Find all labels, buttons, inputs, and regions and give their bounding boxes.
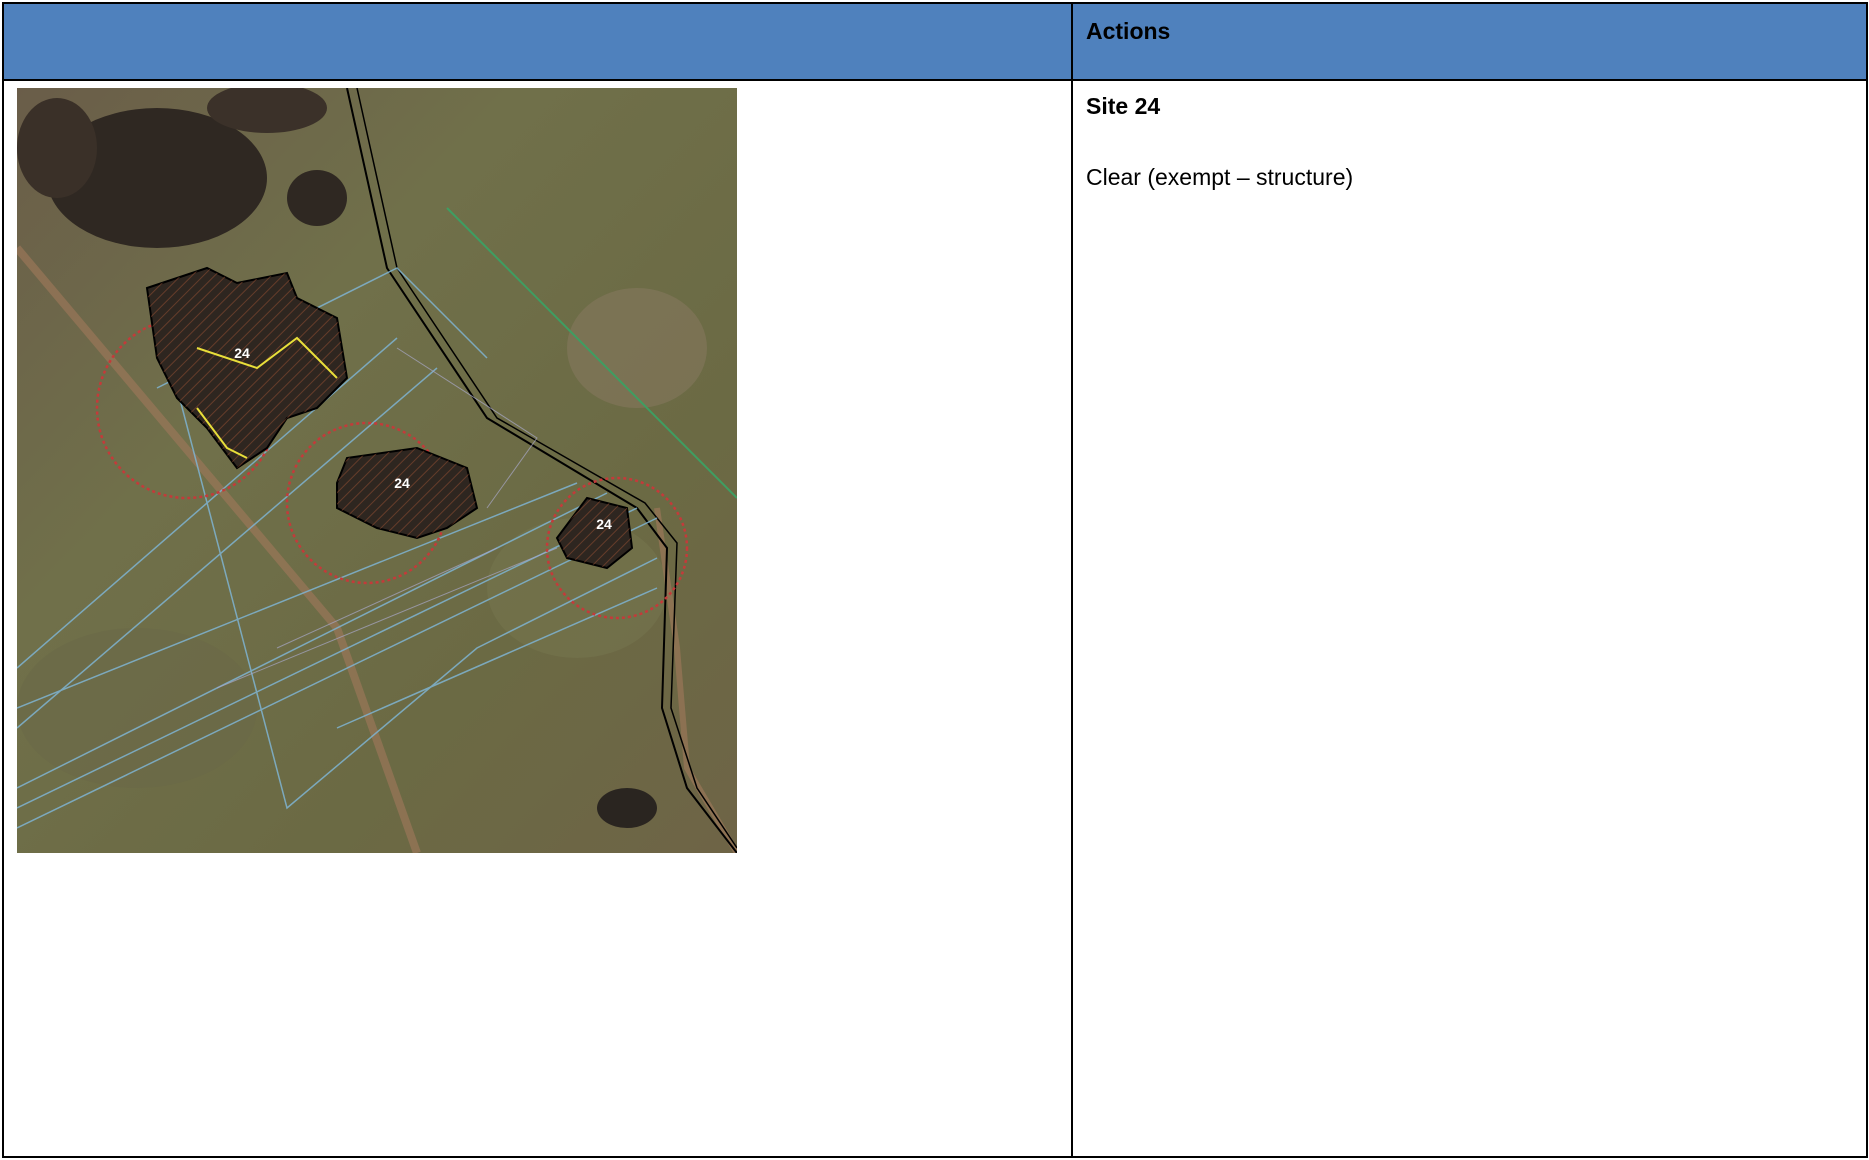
map-cell: 24 24 24 bbox=[4, 81, 1073, 1156]
actions-cell: Site 24 Clear (exempt – structure) bbox=[1073, 81, 1866, 1156]
site-label: 24 bbox=[394, 475, 410, 491]
site-label: 24 bbox=[234, 345, 250, 361]
site-label: 24 bbox=[596, 516, 612, 532]
table-header-row: Actions bbox=[2, 2, 1868, 81]
header-cell-actions: Actions bbox=[1086, 18, 1171, 44]
table-row: 24 24 24 Site 24 Clear (exempt – structu… bbox=[2, 81, 1868, 1158]
site-title: Site 24 bbox=[1086, 93, 1161, 119]
site-status: Clear (exempt – structure) bbox=[1086, 164, 1354, 190]
header-cell-left bbox=[4, 4, 1073, 79]
actions-table: Actions 24 24 24 Site 24 Clear (exempt –… bbox=[2, 2, 1868, 1158]
site-aerial-map: 24 24 24 bbox=[17, 88, 737, 853]
